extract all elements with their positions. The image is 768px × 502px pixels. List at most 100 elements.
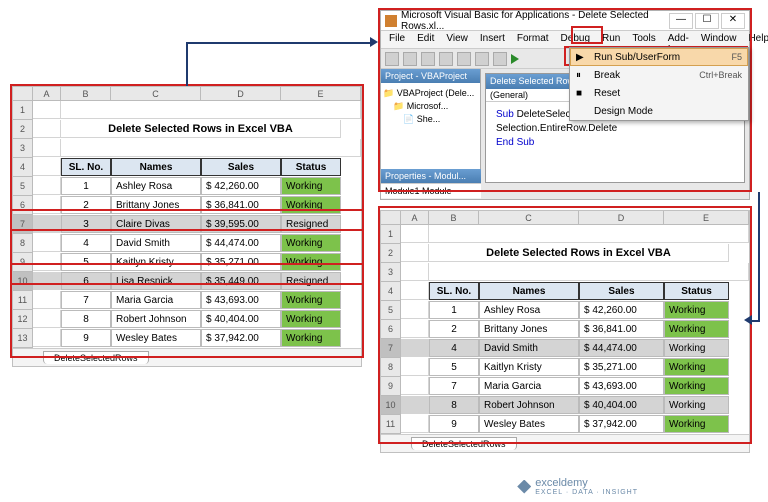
col-d[interactable]: D <box>201 87 281 101</box>
table-row[interactable]: 62Brittany Jones$ 36,841.00Working <box>381 320 749 339</box>
run-dropdown-menu: ▶ Run Sub/UserForm F5 ⏸ Break Ctrl+Break… <box>569 47 749 121</box>
properties-row[interactable]: Module1 Module <box>381 183 481 198</box>
table-row[interactable]: 51Ashley Rosa$ 42,260.00Working <box>13 177 361 196</box>
sheet-tab-bar: DeleteSelectedRows <box>13 348 361 366</box>
project-explorer-title: Project - VBAProject <box>381 69 480 83</box>
toolbar-undo-icon[interactable] <box>475 52 489 66</box>
column-headers: A B C D E <box>13 87 361 101</box>
excel-grid-before: A B C D E 1 2Delete Selected Rows in Exc… <box>12 86 362 367</box>
row-header[interactable]: 12 <box>13 310 33 329</box>
col-e[interactable]: E <box>281 87 361 101</box>
run-menu-design-mode[interactable]: Design Mode <box>570 102 748 120</box>
table-row[interactable]: 74David Smith$ 44,474.00Working <box>381 339 749 358</box>
select-all-corner[interactable] <box>381 211 401 225</box>
col-c[interactable]: C <box>479 211 579 225</box>
vba-titlebar[interactable]: Microsoft Visual Basic for Applications … <box>381 11 749 31</box>
row-header[interactable]: 6 <box>13 196 33 215</box>
table-row[interactable]: 119Wesley Bates$ 37,942.00Working <box>381 415 749 434</box>
table-row[interactable]: 73Claire Divas$ 39,595.00Resigned <box>13 215 361 234</box>
run-menu-reset[interactable]: ■ Reset <box>570 84 748 102</box>
col-b[interactable]: B <box>61 87 111 101</box>
select-all-corner[interactable] <box>13 87 33 101</box>
row-header[interactable]: 2 <box>381 244 401 263</box>
col-c[interactable]: C <box>111 87 201 101</box>
row-header[interactable]: 4 <box>13 158 33 177</box>
close-button[interactable]: ✕ <box>721 13 745 29</box>
row-header[interactable]: 1 <box>381 225 401 244</box>
table-row[interactable]: 97Maria Garcia$ 43,693.00Working <box>381 377 749 396</box>
arrow-2-v <box>758 192 760 322</box>
run-menu-run-sub[interactable]: ▶ Run Sub/UserForm F5 <box>570 48 748 66</box>
row-header[interactable]: 10 <box>381 396 401 415</box>
row-header[interactable]: 3 <box>13 139 33 158</box>
play-icon: ▶ <box>576 52 588 63</box>
menu-help[interactable]: Help <box>742 31 768 48</box>
row-header[interactable]: 11 <box>381 415 401 434</box>
table-row[interactable]: 128Robert Johnson$ 40,404.00Working <box>13 310 361 329</box>
properties-title: Properties - Modul... <box>381 169 481 183</box>
row-header[interactable]: 4 <box>381 282 401 301</box>
table-row[interactable]: 106Lisa Resnick$ 35,449.00Resigned <box>13 272 361 291</box>
minimize-button[interactable]: — <box>669 13 693 29</box>
toolbar-copy-icon[interactable] <box>439 52 453 66</box>
maximize-button[interactable]: ☐ <box>695 13 719 29</box>
table-row[interactable]: 85Kaitlyn Kristy$ 35,271.00Working <box>381 358 749 377</box>
sheet-tab-bar: DeleteSelectedRows <box>381 434 749 452</box>
row-header[interactable]: 3 <box>381 263 401 282</box>
row-header[interactable]: 13 <box>13 329 33 348</box>
tree-root[interactable]: 📁 VBAProject (Dele... <box>383 87 478 100</box>
row-header[interactable]: 2 <box>13 120 33 139</box>
col-e[interactable]: E <box>664 211 749 225</box>
row-header[interactable]: 9 <box>13 253 33 272</box>
col-d[interactable]: D <box>579 211 664 225</box>
tree-node-2[interactable]: 📄 She... <box>383 113 478 126</box>
arrow-1-v <box>186 42 188 86</box>
menu-format[interactable]: Format <box>511 31 555 48</box>
watermark: exceldemyEXCEL · DATA · INSIGHT <box>517 477 638 496</box>
table-row[interactable]: 95Kaitlyn Kristy$ 35,271.00Working <box>13 253 361 272</box>
menu-edit[interactable]: Edit <box>411 31 440 48</box>
menu-insert[interactable]: Insert <box>474 31 511 48</box>
toolbar-save-icon[interactable] <box>403 52 417 66</box>
menu-addins[interactable]: Add-Ins <box>662 31 695 48</box>
row-header[interactable]: 7 <box>13 215 33 234</box>
col-b[interactable]: B <box>429 211 479 225</box>
toolbar-cut-icon[interactable] <box>421 52 435 66</box>
row-header[interactable]: 8 <box>13 234 33 253</box>
column-headers: A B C D E <box>381 211 749 225</box>
vba-editor-window: Microsoft Visual Basic for Applications … <box>380 10 750 200</box>
toolbar-paste-icon[interactable] <box>457 52 471 66</box>
row-header[interactable]: 10 <box>13 272 33 291</box>
row-header[interactable]: 1 <box>13 101 33 120</box>
toolbar-redo-icon[interactable] <box>493 52 507 66</box>
arrow-1-h <box>186 42 372 44</box>
row-header[interactable]: 6 <box>381 320 401 339</box>
toolbar-run-icon[interactable] <box>511 54 519 64</box>
table-row[interactable]: 139Wesley Bates$ 37,942.00Working <box>13 329 361 348</box>
menu-run[interactable]: Run <box>596 31 626 48</box>
col-a[interactable]: A <box>401 211 429 225</box>
row-header[interactable]: 5 <box>381 301 401 320</box>
toolbar-excel-icon[interactable] <box>385 52 399 66</box>
sheet-tab[interactable]: DeleteSelectedRows <box>43 351 149 364</box>
menu-view[interactable]: View <box>440 31 474 48</box>
project-tree[interactable]: 📁 VBAProject (Dele... 📁 Microsof... 📄 Sh… <box>381 83 480 130</box>
tree-node-1[interactable]: 📁 Microsof... <box>383 100 478 113</box>
menu-tools[interactable]: Tools <box>626 31 661 48</box>
row-header[interactable]: 9 <box>381 377 401 396</box>
table-row[interactable]: 84David Smith$ 44,474.00Working <box>13 234 361 253</box>
row-header[interactable]: 11 <box>13 291 33 310</box>
menu-window[interactable]: Window <box>695 31 743 48</box>
run-menu-break[interactable]: ⏸ Break Ctrl+Break <box>570 66 748 84</box>
table-row[interactable]: 117Maria Garcia$ 43,693.00Working <box>13 291 361 310</box>
menu-file[interactable]: File <box>383 31 411 48</box>
table-row[interactable]: 51Ashley Rosa$ 42,260.00Working <box>381 301 749 320</box>
menu-debug[interactable]: Debug <box>555 31 596 48</box>
table-row[interactable]: 108Robert Johnson$ 40,404.00Working <box>381 396 749 415</box>
table-row[interactable]: 62Brittany Jones$ 36,841.00Working <box>13 196 361 215</box>
row-header[interactable]: 8 <box>381 358 401 377</box>
sheet-tab[interactable]: DeleteSelectedRows <box>411 437 517 450</box>
row-header[interactable]: 5 <box>13 177 33 196</box>
row-header[interactable]: 7 <box>381 339 401 358</box>
col-a[interactable]: A <box>33 87 61 101</box>
